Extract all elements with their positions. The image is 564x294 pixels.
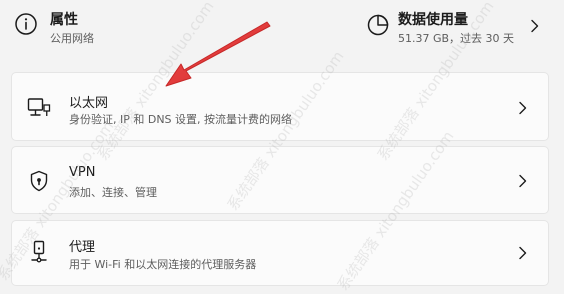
data-usage-item[interactable]: 数据使用量 51.37 GB，过去 30 天	[350, 0, 564, 50]
ethernet-settings-row[interactable]: 以太网 身份验证, IP 和 DNS 设置, 按流量计费的网络	[11, 72, 549, 141]
chevron-right-icon	[519, 174, 527, 188]
network-summary-strip: 属性 公用网络 数据使用量 51.37 GB，过去 30 天	[0, 0, 564, 62]
ethernet-monitor-icon	[27, 98, 51, 116]
proxy-title: 代理	[69, 240, 96, 255]
properties-title: 属性	[50, 12, 78, 28]
pie-chart-icon	[367, 14, 389, 36]
chevron-right-icon	[519, 246, 527, 260]
vpn-title: VPN	[69, 165, 96, 180]
chevron-right-icon	[531, 19, 539, 33]
ethernet-description: 身份验证, IP 和 DNS 设置, 按流量计费的网络	[69, 113, 293, 126]
chevron-right-icon	[519, 101, 527, 115]
proxy-description: 用于 Wi-Fi 和以太网连接的代理服务器	[69, 258, 257, 271]
ethernet-title: 以太网	[69, 96, 109, 111]
data-usage-title: 数据使用量	[398, 12, 468, 28]
proxy-server-icon	[31, 240, 47, 263]
vpn-description: 添加、连接、管理	[69, 186, 157, 199]
properties-subtitle: 公用网络	[50, 32, 94, 45]
vpn-settings-row[interactable]: VPN 添加、连接、管理	[11, 146, 549, 214]
shield-icon	[30, 170, 48, 192]
data-usage-subtitle: 51.37 GB，过去 30 天	[398, 32, 515, 45]
properties-item[interactable]: 属性 公用网络	[0, 0, 280, 50]
proxy-settings-row[interactable]: 代理 用于 Wi-Fi 和以太网连接的代理服务器	[11, 220, 549, 286]
info-icon	[15, 13, 37, 35]
